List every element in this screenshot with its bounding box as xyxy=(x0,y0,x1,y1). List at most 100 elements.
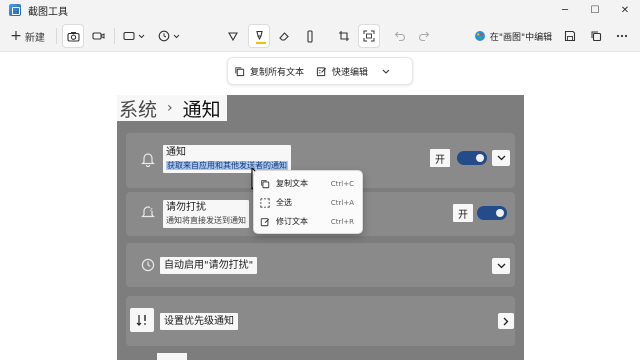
new-button[interactable]: + 新建 xyxy=(5,24,50,48)
priority-icon-box xyxy=(130,308,154,332)
clock-icon xyxy=(141,258,155,272)
copy-icon xyxy=(235,66,245,76)
do-not-disturb-subtitle: 通知将直接发送到通知 xyxy=(166,216,246,225)
copy-button[interactable] xyxy=(586,24,606,48)
breadcrumb-current: 通知 xyxy=(182,98,221,121)
highlighter-icon xyxy=(256,30,263,41)
title-bar: 截图工具 ─ ☐ ✕ xyxy=(0,0,640,20)
edit-in-paint-label: 在"画图"中编辑 xyxy=(489,32,553,43)
video-camera-icon xyxy=(91,32,104,40)
clock-icon xyxy=(158,30,170,42)
redo-button[interactable] xyxy=(414,24,434,48)
do-not-disturb-bell-icon: z xyxy=(141,206,155,218)
undo-button[interactable] xyxy=(390,24,410,48)
copy-all-text-label: 复制所有文本 xyxy=(250,67,305,78)
paint-logo-icon xyxy=(474,31,485,41)
text-actions-button[interactable] xyxy=(358,24,380,48)
record-mode-button[interactable] xyxy=(87,24,109,48)
divider xyxy=(56,28,57,44)
do-not-disturb-toggle[interactable] xyxy=(477,206,507,220)
do-not-disturb-title: 请勿打扰 xyxy=(166,202,206,213)
text-actions-icon xyxy=(363,30,375,42)
more-options-button[interactable] xyxy=(612,24,632,48)
auto-dnd-expand-button[interactable] xyxy=(492,258,510,274)
quick-redact-button[interactable]: 快速编辑 xyxy=(310,58,374,84)
copy-icon-wrap xyxy=(254,179,276,189)
context-menu-item-label: 修订文本 xyxy=(276,217,308,226)
pen-icon xyxy=(228,32,238,42)
text-action-bar: 复制所有文本 快速编辑 xyxy=(227,57,413,85)
context-menu-shortcut: Ctrl+C xyxy=(330,179,354,188)
screenshot-mode-button[interactable] xyxy=(62,24,84,48)
chevron-down-icon xyxy=(382,69,390,74)
copy-icon xyxy=(261,179,270,188)
highlighter-color-swatch xyxy=(256,42,266,44)
context-menu-item-label: 复制文本 xyxy=(276,179,308,188)
ruler-button[interactable] xyxy=(300,24,320,48)
bell-icon xyxy=(141,153,155,167)
crop-icon xyxy=(339,31,349,41)
camera-icon xyxy=(66,31,80,42)
chevron-down-icon xyxy=(173,34,180,38)
context-menu: 复制文本 Ctrl+C 全选 Ctrl+A 修订文本 Ctrl+R xyxy=(253,170,363,234)
priority-notifications-card[interactable]: 设置优先级通知 xyxy=(126,296,515,346)
minimize-button[interactable]: ─ xyxy=(550,0,580,20)
auto-dnd-card[interactable]: 自动启用"请勿打扰" xyxy=(126,243,515,287)
notifications-subtitle-selected[interactable]: 获取来自应用和其他发送者的通知 xyxy=(166,161,288,170)
app-title: 截图工具 xyxy=(28,6,68,18)
redact-icon xyxy=(260,217,270,226)
crop-button[interactable] xyxy=(334,24,354,48)
more-horizontal-icon xyxy=(616,34,628,38)
do-not-disturb-text[interactable]: 请勿打扰 通知将直接发送到通知 xyxy=(163,200,249,228)
priority-notifications-open-button[interactable] xyxy=(498,313,514,329)
context-menu-item-label: 全选 xyxy=(276,198,292,207)
redact-icon-wrap xyxy=(254,217,276,227)
snip-shape-dropdown[interactable] xyxy=(121,24,147,48)
snipping-tool-logo-icon xyxy=(9,4,21,16)
breadcrumb: 系统 › 通知 xyxy=(117,95,227,121)
edit-in-paint-button[interactable]: 在"画图"中编辑 xyxy=(471,24,555,48)
highlighter-button[interactable] xyxy=(248,24,270,48)
close-button[interactable]: ✕ xyxy=(610,0,640,20)
priority-notifications-title: 设置优先级通知 xyxy=(160,313,238,330)
copy-all-text-button[interactable]: 复制所有文本 xyxy=(228,58,310,84)
context-menu-shortcut: Ctrl+R xyxy=(330,217,354,226)
notifications-text[interactable]: 通知 获取来自应用和其他发送者的通知 xyxy=(163,145,291,173)
context-menu-shortcut: Ctrl+A xyxy=(330,198,354,207)
chevron-right-icon xyxy=(503,317,509,325)
action-bar-expand-button[interactable] xyxy=(376,58,396,84)
eraser-icon xyxy=(279,32,289,41)
chevron-down-icon xyxy=(497,263,505,269)
redo-icon xyxy=(419,31,430,42)
chevron-down-icon xyxy=(497,155,505,161)
context-menu-copy-text[interactable]: 复制文本 Ctrl+C xyxy=(254,174,362,193)
divider xyxy=(114,28,115,44)
chevron-down-icon xyxy=(138,34,145,38)
eraser-button[interactable] xyxy=(274,24,294,48)
toolbar: + 新建 在"画图"中编辑 xyxy=(0,20,640,52)
priority-sort-icon xyxy=(136,315,146,326)
delay-dropdown[interactable] xyxy=(156,24,182,48)
context-menu-select-all[interactable]: 全选 Ctrl+A xyxy=(254,193,362,212)
notifications-toggle-state: 开 xyxy=(430,149,450,167)
breadcrumb-parent: 系统 xyxy=(119,98,158,121)
rectangle-icon xyxy=(123,31,135,41)
notifications-toggle[interactable] xyxy=(457,151,487,165)
undo-icon xyxy=(394,31,405,42)
quick-redact-label: 快速编辑 xyxy=(332,67,369,78)
svg-text:z: z xyxy=(150,207,153,213)
notifications-title: 通知 xyxy=(166,147,186,158)
copy-icon xyxy=(591,31,602,42)
maximize-button[interactable]: ☐ xyxy=(580,0,610,20)
ruler-icon xyxy=(307,29,313,43)
ballpoint-pen-button[interactable] xyxy=(223,24,243,48)
breadcrumb-separator: › xyxy=(167,100,173,116)
auto-dnd-title: 自动启用"请勿打扰" xyxy=(160,257,258,274)
plus-icon: + xyxy=(10,28,22,44)
save-button[interactable] xyxy=(560,24,580,48)
context-menu-redact-text[interactable]: 修订文本 Ctrl+R xyxy=(254,212,362,231)
select-all-icon-wrap xyxy=(254,197,276,208)
save-icon xyxy=(564,30,576,42)
next-row-label-fragment xyxy=(157,353,187,360)
notifications-expand-button[interactable] xyxy=(492,150,510,166)
